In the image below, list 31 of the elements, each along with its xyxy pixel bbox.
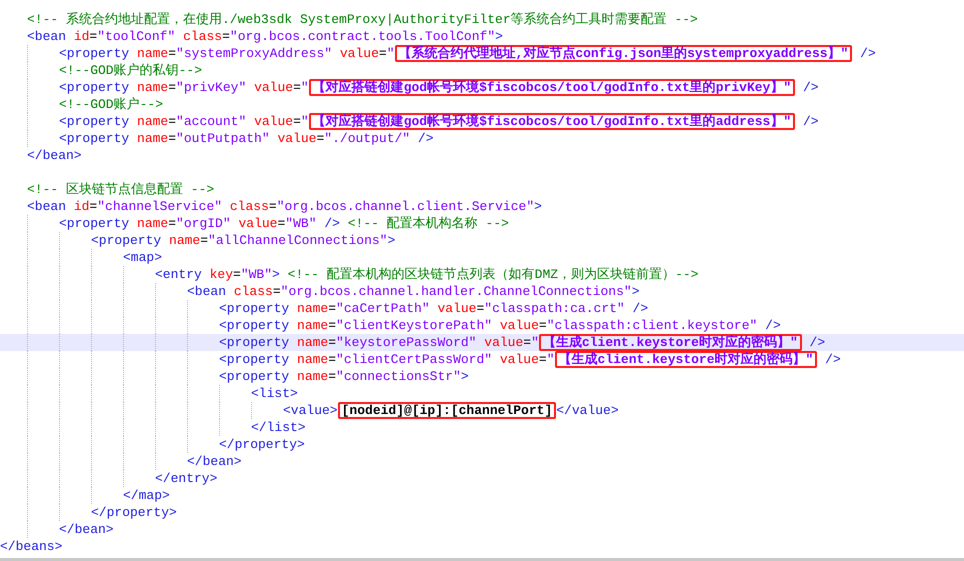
code-line: <bean id="toolConf" class="org.bcos.contract.tools.ToolConf">: [27, 28, 503, 45]
code-line: </bean>: [59, 521, 114, 538]
code-line: </map>: [123, 487, 170, 504]
code-line: </property>: [91, 504, 177, 521]
code-line: <map>: [123, 249, 162, 266]
code-line: </beans>: [0, 538, 62, 555]
code-line: <property name="keystorePassWord" value=" 【生成client.keystore时对应的密码】" />: [219, 334, 826, 351]
code-line: </bean>: [27, 147, 82, 164]
code-line: <property name="connectionsStr">: [219, 368, 469, 385]
code-line: <bean id="channelService" class="org.bcos.channel.client.Service">: [27, 198, 542, 215]
code-line: <!-- 系统合约地址配置，在使用./web3sdk SystemProxy|AuthorityFilter等系统合约工具时需要配置 -->: [27, 11, 698, 28]
code-line: </bean>: [187, 453, 242, 470]
code-line: </entry>: [155, 470, 218, 487]
code-line: <property name="systemProxyAddress" value=" 【系统合约代理地址,对应节点config.json里的systemproxyaddress】" />: [59, 45, 876, 62]
code-line: </property>: [219, 436, 305, 453]
code-line: <property name="clientKeystorePath" value="classpath:client.keystore" />: [219, 317, 781, 334]
code-line: <property name="caCertPath" value="classpath:ca.crt" />: [219, 300, 648, 317]
code-line: <list>: [251, 385, 298, 402]
code-line: <bean class="org.bcos.channel.handler.ChannelConnections">: [187, 283, 640, 300]
code-line: <entry key="WB"> <!-- 配置本机构的区块链节点列表（如有DMZ，则为区块链前置）-->: [155, 266, 698, 283]
code-line: <property name="allChannelConnections">: [91, 232, 396, 249]
code-line: <property name="clientCertPassWord" value=" 【生成client.keystore时对应的密码】" />: [219, 351, 841, 368]
code-line: <property name="outPutpath" value="./output/" />: [59, 130, 434, 147]
code-line: <property name="account" value=" 【对应搭链创建god帐号环境$fiscobcos/tool/godInfo.txt里的address】" />: [59, 113, 819, 130]
code-line: </list>: [251, 419, 306, 436]
code-line: <!--GOD账户-->: [59, 96, 164, 113]
code-line: <!-- 区块链节点信息配置 -->: [27, 181, 214, 198]
code-line: <value> [nodeid]@[ip]:[channelPort] </value>: [283, 402, 619, 419]
code-line: <property name="orgID" value="WB" /> <!-- 配置本机构名称 -->: [59, 215, 509, 232]
code-line: <property name="privKey" value=" 【对应搭链创建god帐号环境$fiscobcos/tool/godInfo.txt里的privKey】" />: [59, 79, 819, 96]
code-line: <!--GOD账户的私钥-->: [59, 62, 202, 79]
